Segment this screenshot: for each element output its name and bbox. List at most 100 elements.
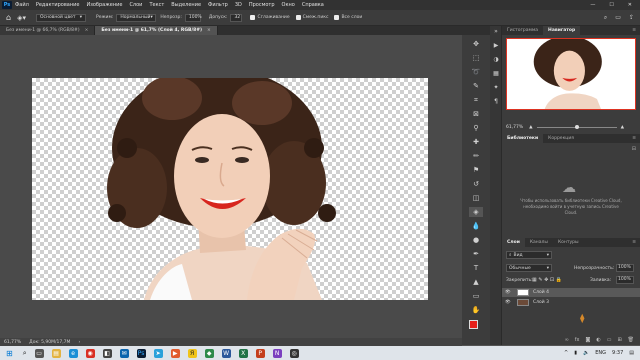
tab-adjustments[interactable]: Коррекция [543,134,579,143]
stamp-tool-icon[interactable]: ⚑ [469,165,483,175]
healing-brush-tool-icon[interactable]: ✚ [469,137,483,147]
layer-name[interactable]: Слой 3 [533,300,549,305]
yandex-icon[interactable]: Я [187,348,197,358]
menu-layers[interactable]: Слои [129,2,142,8]
new-layer-icon[interactable]: ⊞ [617,337,621,345]
new-group-icon[interactable]: ▭ [607,337,612,345]
lock-icons[interactable]: ▦ ✎ ✥ ⊡ 🔒 [532,277,562,283]
crop-tool-icon[interactable]: ⌗ [469,95,483,105]
task-view-icon[interactable]: ▭ [34,348,44,358]
zoom-slider-handle[interactable] [574,124,579,129]
frame-tool-icon[interactable]: ⊠ [469,109,483,119]
properties-icon[interactable]: ◑ [492,56,500,64]
maximize-button[interactable]: ☐ [609,2,613,8]
panel-resize-icon[interactable]: ⊟ [632,146,636,152]
search-icon[interactable]: ⌕ [604,14,607,22]
fx-icon[interactable]: fx [575,337,580,345]
edge-icon[interactable]: e [68,348,78,358]
excel-icon[interactable]: X [238,348,248,358]
link-layers-icon[interactable]: ∞ [565,337,569,345]
document-canvas[interactable] [32,78,428,300]
workspace-icon[interactable]: ▭ [615,14,621,21]
mail-icon[interactable]: ✉ [119,348,129,358]
close-icon[interactable]: × [85,28,89,33]
foreground-color-swatch[interactable] [469,320,478,329]
status-arrow-icon[interactable]: › [78,340,80,345]
fill-input[interactable]: 100% [616,276,634,284]
paint-bucket-icon[interactable]: ◈▾ [17,14,26,22]
volume-icon[interactable]: 🔈 [583,350,589,356]
brushes-icon[interactable]: ✦ [492,84,500,92]
move-tool-icon[interactable]: ✥ [469,39,483,49]
canvas-area[interactable] [0,35,462,345]
tab-libraries[interactable]: Библиотеки [502,134,544,143]
zoom-in-icon[interactable]: ▲ [621,125,624,130]
paragraph-icon[interactable]: ¶ [492,98,500,106]
notes-icon[interactable]: N [272,348,282,358]
photoshop-taskbar-icon[interactable]: Ps [136,348,146,358]
menu-file[interactable]: Файл [15,2,29,8]
quick-select-tool-icon[interactable]: ✎ [469,81,483,91]
eraser-tool-icon[interactable]: ◫ [469,193,483,203]
tray-chevron-icon[interactable]: ^ [564,350,568,356]
vpn-icon[interactable]: ◆ [204,348,214,358]
eyedropper-tool-icon[interactable]: ⚲ [469,123,483,133]
telegram-icon[interactable]: ➤ [153,348,163,358]
menu-3d[interactable]: 3D [235,2,242,8]
contiguous-checkbox[interactable] [295,15,301,20]
chrome-icon[interactable]: ◉ [85,348,95,358]
type-tool-icon[interactable]: T [469,263,483,273]
panel-menu-icon[interactable]: ≡ [632,136,636,141]
tab-paths[interactable]: Контуры [553,238,584,247]
clock[interactable]: 9:37 [612,350,623,356]
eye-icon[interactable]: 👁 [505,300,513,305]
pen-tool-icon[interactable]: ✒ [469,249,483,259]
add-mask-icon[interactable]: ◙ [585,337,590,345]
layer-filter-select[interactable]: ⌕ Вид ▾ [506,251,552,259]
layer-row-4[interactable]: 👁 Слой 4 [502,288,640,297]
tab-histogram[interactable]: Гистограмма [502,26,543,35]
layer-name[interactable]: Слой 4 [533,290,549,295]
search-icon[interactable]: ⌕ [23,349,27,358]
powerpoint-icon[interactable]: P [255,348,265,358]
explorer-icon[interactable]: ▤ [51,348,61,358]
zoom-readout[interactable]: 61,77% [4,340,21,345]
navigator-zoom-value[interactable]: 61,77% [506,125,523,130]
zoom-slider[interactable] [536,124,617,129]
opacity-input[interactable]: 100% [184,13,202,22]
word-icon[interactable]: W [221,348,231,358]
network-icon[interactable]: ▮ [574,350,577,356]
history-brush-tool-icon[interactable]: ↺ [469,179,483,189]
tolerance-input[interactable]: 32 [230,13,243,22]
history-icon[interactable]: ▶ [492,42,500,50]
camera-icon[interactable]: ◎ [289,348,299,358]
antialias-checkbox[interactable] [250,15,256,20]
language-indicator[interactable]: ENG [595,350,606,356]
menu-help[interactable]: Справка [302,2,324,8]
menu-window[interactable]: Окно [282,2,295,8]
navigator-preview[interactable] [506,38,636,110]
panel-menu-icon[interactable]: ≡ [632,28,636,33]
eye-icon[interactable]: 👁 [505,290,513,295]
tab-document-2[interactable]: Без имени-1 @ 61,7% (Слой 4, RGB/8#) × [95,26,218,35]
delete-layer-icon[interactable]: 🗑 [628,337,634,345]
menu-select[interactable]: Выделение [171,2,201,8]
layer-row-3[interactable]: 👁 Слой 3 [502,298,640,307]
tab-navigator[interactable]: Навигатор [543,26,581,35]
path-select-tool-icon[interactable]: ▲ [469,277,483,287]
photoshop-logo-icon[interactable]: Ps [2,1,12,9]
minimize-button[interactable]: — [590,2,595,8]
lasso-tool-icon[interactable]: ➰ [469,67,483,77]
all-layers-checkbox[interactable] [334,15,340,20]
home-icon[interactable]: ⌂ [6,13,11,22]
close-button[interactable]: ✕ [628,2,632,8]
collapse-icon[interactable]: » [492,28,500,36]
paint-bucket-tool-icon[interactable]: ◈ [469,207,483,217]
swatches-icon[interactable]: ▦ [492,70,500,78]
media-icon[interactable]: ▶ [170,348,180,358]
panel-menu-icon[interactable]: ≡ [632,240,636,245]
menu-edit[interactable]: Редактирование [36,2,80,8]
windows-icon[interactable]: ⊞ [6,349,13,358]
marquee-tool-icon[interactable]: ⬚ [469,53,483,63]
zoom-out-icon[interactable]: ▲ [529,125,532,130]
